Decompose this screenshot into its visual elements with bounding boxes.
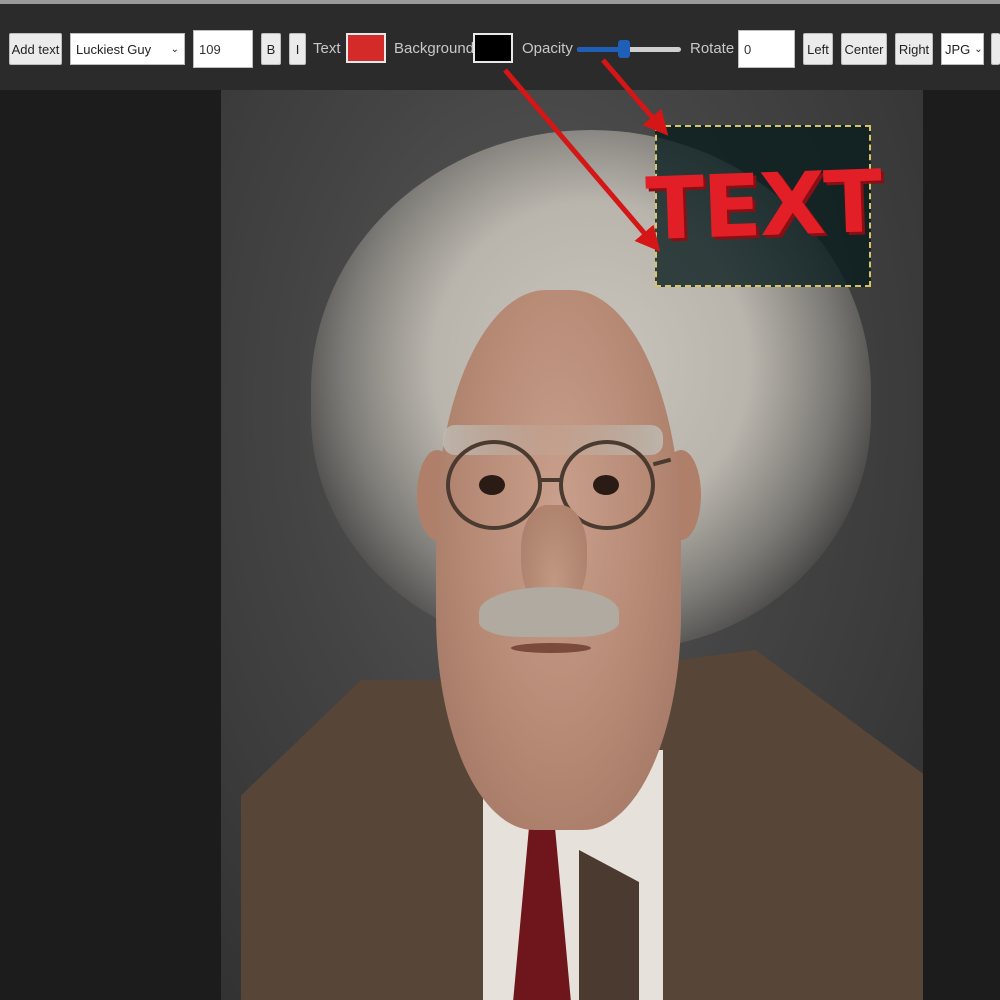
text-color-label: Text: [313, 40, 341, 57]
download-button[interactable]: [991, 33, 1000, 65]
rotate-value: 0: [744, 41, 752, 57]
photo-mouth: [511, 643, 591, 653]
opacity-label: Opacity: [522, 40, 573, 57]
font-size-value: 109: [199, 41, 221, 57]
text-overlay-box[interactable]: TEXT: [644, 125, 882, 287]
chevron-down-icon: ⌄: [170, 43, 179, 55]
editor-toolbar: Add text Luckiest Guy ⌄ 109 B I Text Bac…: [0, 0, 1000, 90]
opacity-slider-fill: [577, 47, 624, 52]
background-color-label: Background: [394, 40, 475, 57]
bold-button[interactable]: B: [261, 33, 281, 65]
photo-glasses: [446, 440, 542, 530]
format-select-value: JPG: [945, 41, 971, 57]
align-right-button[interactable]: Right: [895, 33, 933, 65]
photo-moustache: [479, 587, 619, 637]
opacity-slider-thumb[interactable]: [617, 40, 630, 58]
font-select-value: Luckiest Guy: [76, 41, 152, 57]
font-size-input[interactable]: 109: [193, 30, 253, 68]
text-overlay-content[interactable]: TEXT: [644, 152, 882, 260]
add-text-button[interactable]: Add text: [9, 33, 62, 65]
photo-glasses-bridge: [538, 478, 562, 482]
format-select[interactable]: JPG ⌄: [941, 33, 984, 65]
italic-button[interactable]: I: [289, 33, 306, 65]
align-left-button[interactable]: Left: [803, 33, 833, 65]
chevron-down-icon: ⌄: [974, 43, 983, 55]
align-center-button[interactable]: Center: [841, 33, 887, 65]
font-select[interactable]: Luckiest Guy ⌄: [70, 33, 185, 65]
rotate-label: Rotate: [690, 40, 735, 57]
rotate-input[interactable]: 0: [738, 30, 795, 68]
text-color-picker[interactable]: [346, 33, 386, 63]
background-color-picker[interactable]: [473, 33, 513, 63]
